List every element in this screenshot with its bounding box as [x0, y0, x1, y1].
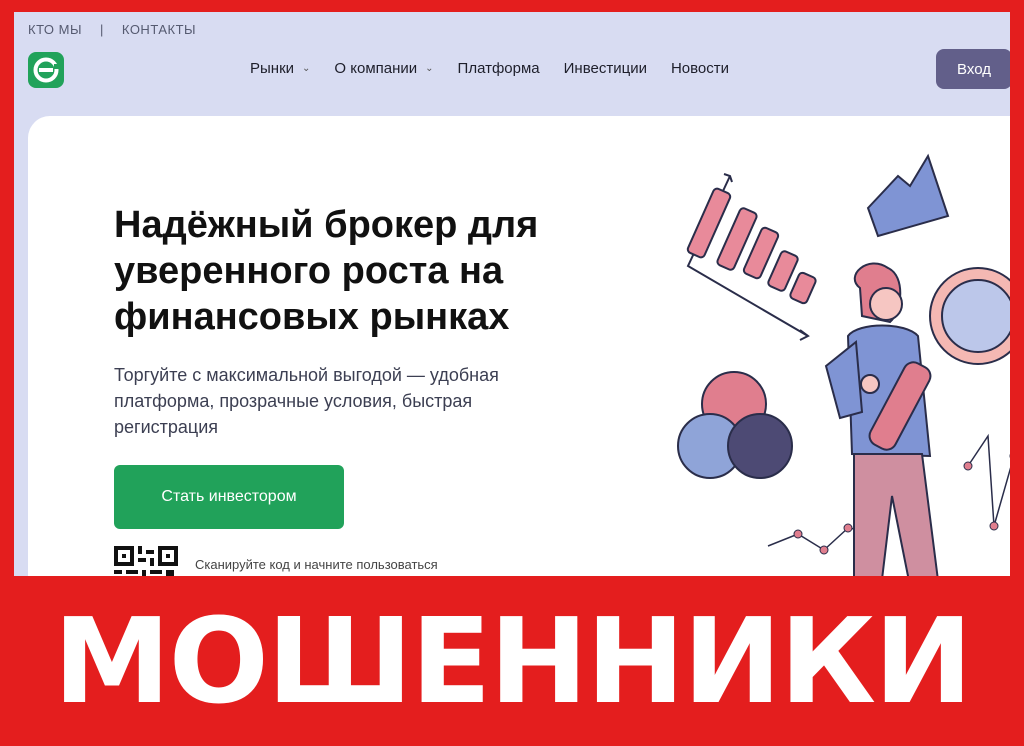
nav-item-platform[interactable]: Платформа — [458, 60, 540, 77]
site-screenshot: КТО МЫ | КОНТАКТЫ Рынки ⌄ О компании ⌄ П… — [14, 12, 1010, 576]
hero-card: Надёжный брокер для уверенного роста на … — [28, 116, 1010, 576]
qr-caption: Сканируйте код и начните пользоваться — [195, 557, 438, 572]
nav-item-label: Рынки — [250, 60, 295, 77]
nav-item-company[interactable]: О компании ⌄ — [334, 60, 433, 77]
hero-illustration — [648, 136, 1010, 576]
scam-warning-text: МОШЕННИКИ — [53, 592, 973, 730]
top-links: КТО МЫ | КОНТАКТЫ — [28, 22, 196, 37]
become-investor-button[interactable]: Стать инвестором — [114, 465, 344, 529]
nav-item-markets[interactable]: Рынки ⌄ — [250, 60, 310, 77]
hero-headline: Надёжный брокер для уверенного роста на … — [114, 204, 539, 338]
brand-logo-icon[interactable] — [28, 52, 64, 88]
hero-subtitle: Торгуйте с максимальной выгодой — удобна… — [114, 365, 499, 437]
scam-warning-banner: МОШЕННИКИ — [0, 576, 1024, 746]
nav-item-label: О компании — [334, 60, 418, 77]
contacts-link[interactable]: КОНТАКТЫ — [122, 22, 196, 37]
top-separator: | — [100, 22, 104, 37]
nav-item-label: Инвестиции — [563, 60, 647, 77]
login-button[interactable]: Вход — [936, 49, 1010, 89]
chevron-down-icon: ⌄ — [425, 63, 434, 74]
nav-item-label: Новости — [670, 60, 730, 77]
about-link[interactable]: КТО МЫ — [28, 22, 82, 37]
nav-item-news[interactable]: Новости — [671, 60, 729, 77]
nav-item-label: Платформа — [457, 60, 540, 77]
main-nav: Рынки ⌄ О компании ⌄ Платформа Инвестици… — [250, 60, 729, 77]
chevron-down-icon: ⌄ — [302, 63, 311, 74]
nav-item-investments[interactable]: Инвестиции — [564, 60, 647, 77]
qr-code-icon — [114, 546, 178, 576]
